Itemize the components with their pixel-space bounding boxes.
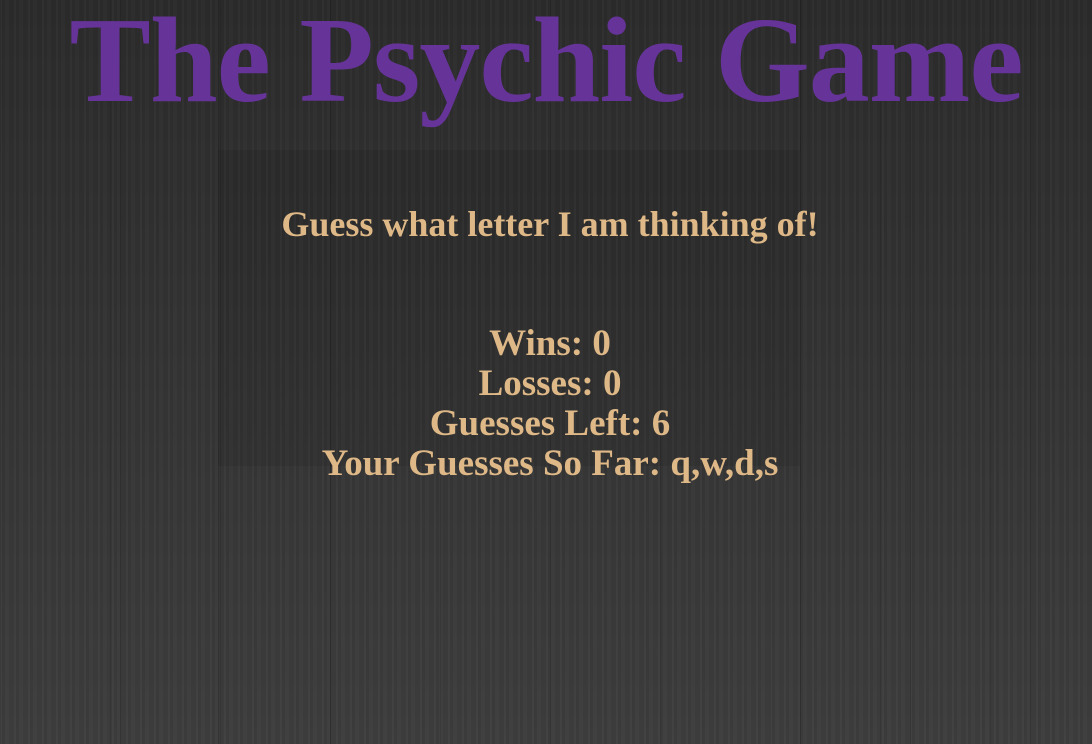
game-title: The Psychic Game — [69, 0, 1023, 128]
losses-label: Losses: — [478, 363, 603, 404]
guesses-so-far-label: Your Guesses So Far: — [321, 443, 671, 484]
guesses-left-stat: Guesses Left: 6 — [0, 404, 1092, 444]
guesses-left-count: 6 — [651, 403, 671, 444]
guesses-left-label: Guesses Left: — [429, 403, 652, 444]
wins-label: Wins: — [489, 323, 593, 364]
guesses-so-far-stat: Your Guesses So Far: q,w,d,s — [0, 444, 1092, 484]
wins-count: 0 — [592, 323, 611, 364]
losses-count: 0 — [602, 363, 622, 404]
guesses-so-far-list: q,w,d,s — [670, 443, 779, 484]
wins-stat: Wins: 0 — [0, 324, 1092, 364]
losses-stat: Losses: 0 — [0, 364, 1092, 404]
game-prompt: Guess what letter I am thinking of! — [281, 204, 819, 244]
game-stats: Wins: 0 Losses: 0 Guesses Left: 6 Your G… — [0, 324, 1092, 484]
